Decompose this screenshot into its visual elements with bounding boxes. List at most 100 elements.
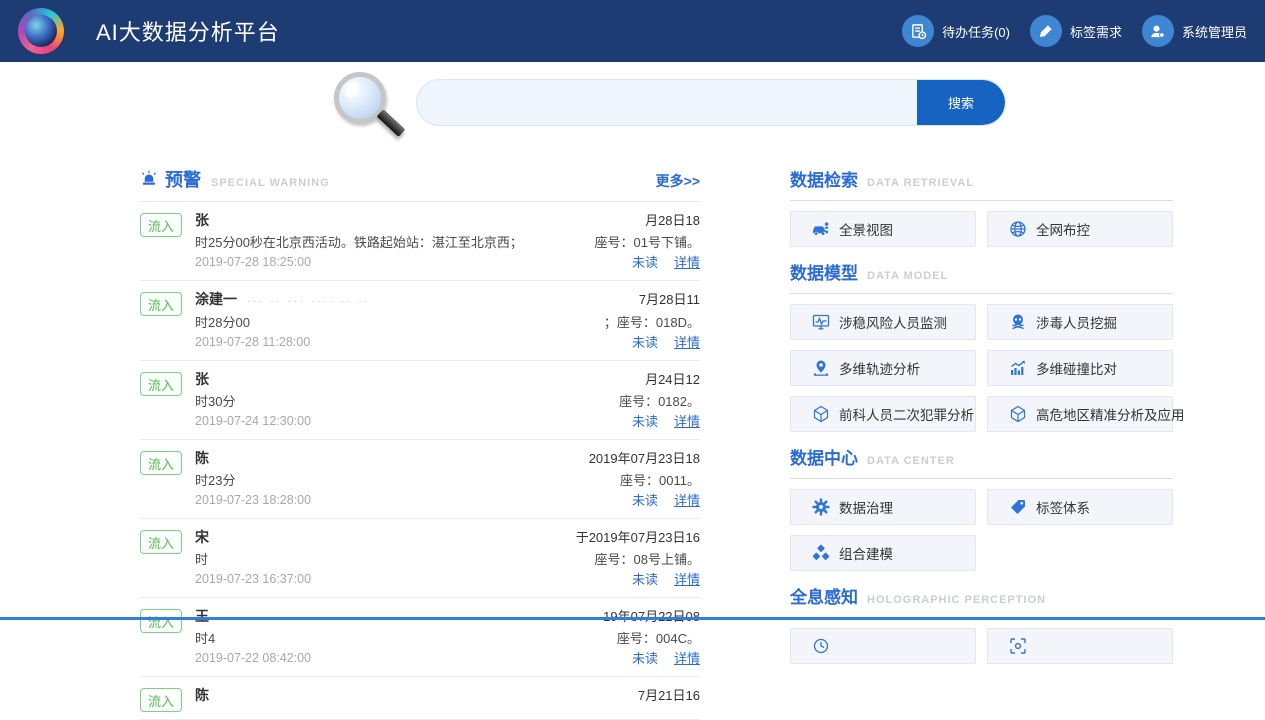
frame-icon	[1009, 637, 1027, 655]
search-button[interactable]: 搜索	[917, 80, 1005, 125]
section-subtitle: DATA RETRIEVAL	[867, 177, 974, 189]
warning-subtitle: SPECIAL WARNING	[211, 177, 330, 189]
button-data-governance[interactable]: 数据治理	[790, 489, 976, 525]
section-title: 数据中心	[790, 444, 858, 469]
button-label: 全景视图	[839, 219, 893, 239]
button-stability-risk-monitor[interactable]: 涉稳风险人员监测	[790, 304, 976, 340]
button-panorama-view[interactable]: 全景视图	[790, 211, 976, 247]
button-multi-track-analysis[interactable]: 多维轨迹分析	[790, 350, 976, 386]
warning-list-item[interactable]: 流入 宋于2019年07月23日16 时座号：08号上铺。 2019-07-23…	[140, 519, 700, 598]
warning-list-item[interactable]: 流入 张月24日12 时30分座号：0182。 2019-07-24 12:30…	[140, 361, 700, 440]
person-name: 陈	[195, 448, 209, 468]
date-info: 7月21日16	[638, 686, 700, 706]
warning-header: 预警 SPECIAL WARNING 更多>>	[140, 166, 700, 202]
person-name: 陈	[195, 685, 209, 705]
detail-link[interactable]: 详情	[674, 493, 700, 508]
warning-panel: 预警 SPECIAL WARNING 更多>> 流入 张月28日18 时25分0…	[140, 166, 700, 720]
seat-info: 座号：0182。	[619, 392, 700, 411]
warning-list-item[interactable]: 流入 王19年07月22日08 时4座号：004C。 2019-07-22 08…	[140, 598, 700, 677]
section-title: 全息感知	[790, 583, 858, 608]
button-label: 多维碰撞比对	[1036, 358, 1117, 378]
button-tag-system[interactable]: 标签体系	[987, 489, 1173, 525]
warning-desc: 时4	[195, 629, 215, 648]
search-bar: 搜索	[416, 79, 1006, 126]
search-input[interactable]	[417, 80, 917, 125]
section-subtitle: DATA MODEL	[867, 270, 948, 282]
warning-desc: 时30分	[195, 392, 235, 411]
warning-list-item[interactable]: 流入 陈 2019年07月23日18 时23分 座号：0011。 2019-07-2…	[140, 440, 700, 519]
date-info: 2019年07月23日18	[589, 449, 700, 469]
seat-info: 座号：01号下铺。	[595, 233, 700, 252]
more-link[interactable]: 更多>>	[656, 171, 700, 191]
button-label: 涉稳风险人员监测	[839, 312, 947, 332]
unread-link[interactable]: 未读	[632, 493, 658, 508]
cube-icon	[1009, 405, 1027, 423]
location-pin-icon	[812, 359, 830, 377]
section-data-center: 数据中心 DATA CENTER 数据治理 标签体系	[790, 444, 1173, 571]
skull-icon	[1009, 313, 1027, 331]
button-label: 高危地区精准分析及应用	[1036, 404, 1185, 424]
timestamp: 2019-07-22 08:42:00	[195, 649, 311, 669]
button-network-control[interactable]: 全网布控	[987, 211, 1173, 247]
detail-link[interactable]: 详情	[674, 335, 700, 350]
unread-link[interactable]: 未读	[632, 651, 658, 666]
nav-item-todo-tasks[interactable]: 待办任务(0)	[902, 15, 1010, 47]
section-subtitle: DATA CENTER	[867, 455, 955, 467]
flow-in-badge: 流入	[140, 609, 182, 633]
section-title: 数据模型	[790, 259, 858, 284]
warning-desc: 时23分	[195, 471, 235, 490]
timestamp: 2019-07-23 18:28:00	[195, 491, 311, 511]
unread-link[interactable]: 未读	[632, 572, 658, 587]
date-info: 月28日18	[645, 211, 700, 231]
warning-desc: 时25分00秒在北京西活动。铁路起始站：湛江至北京西；	[195, 233, 523, 252]
globe-network-icon	[1009, 220, 1027, 238]
unread-link[interactable]: 未读	[632, 335, 658, 350]
date-info: 于2019年07月23日16	[576, 528, 700, 548]
button-label: 标签体系	[1036, 497, 1090, 517]
timestamp: 2019-07-23 16:37:00	[195, 570, 311, 590]
redacted-text: ··· ·· ··· ···· ·· ··	[247, 291, 629, 311]
flow-in-badge: 流入	[140, 451, 182, 475]
clock-icon	[812, 637, 830, 655]
function-panel: 数据检索 DATA RETRIEVAL 全景视图 全网布控	[790, 166, 1173, 676]
nav-item-label: 标签需求	[1070, 22, 1122, 41]
gear-icon	[812, 498, 830, 516]
tag-request-icon	[1030, 15, 1062, 47]
button-multi-collision-compare[interactable]: 多维碰撞比对	[987, 350, 1173, 386]
button-recidivism-analysis[interactable]: 前科人员二次犯罪分析	[790, 396, 976, 432]
unread-link[interactable]: 未读	[632, 414, 658, 429]
warning-list-item[interactable]: 流入 涂建一··· ·· ··· ···· ·· ··7月28日11 时28分0…	[140, 281, 700, 361]
magnifier-graphic	[334, 72, 408, 152]
detail-link[interactable]: 详情	[674, 651, 700, 666]
partial-button[interactable]	[790, 628, 976, 664]
nav-item-label: 待办任务(0)	[942, 22, 1010, 41]
button-drug-person-mining[interactable]: 涉毒人员挖掘	[987, 304, 1173, 340]
person-name: 王	[195, 606, 209, 626]
bar-chart-icon	[1009, 359, 1027, 377]
app-title: AI大数据分析平台	[96, 15, 280, 47]
person-name: 张	[195, 369, 209, 389]
seat-info: 座号：0011。	[620, 471, 700, 490]
warning-list-item[interactable]: 流入 陈 7月21日16	[140, 677, 700, 720]
button-label: 数据治理	[839, 497, 893, 517]
button-combined-modeling[interactable]: 组合建模	[790, 535, 976, 571]
header-nav: 待办任务(0) 标签需求 系统管理员	[902, 15, 1247, 47]
detail-link[interactable]: 详情	[674, 255, 700, 270]
button-label: 前科人员二次犯罪分析	[839, 404, 974, 424]
warning-list-item[interactable]: 流入 张月28日18 时25分00秒在北京西活动。铁路起始站：湛江至北京西；座号…	[140, 202, 700, 281]
monitor-wave-icon	[812, 313, 830, 331]
nav-item-admin-user[interactable]: 系统管理员	[1142, 15, 1247, 47]
partial-button[interactable]	[987, 628, 1173, 664]
section-data-retrieval: 数据检索 DATA RETRIEVAL 全景视图 全网布控	[790, 166, 1173, 247]
unread-link[interactable]: 未读	[632, 255, 658, 270]
button-high-risk-area-analysis[interactable]: 高危地区精准分析及应用	[987, 396, 1173, 432]
timestamp: 2019-07-28 18:25:00	[195, 253, 311, 273]
detail-link[interactable]: 详情	[674, 414, 700, 429]
admin-user-icon	[1142, 15, 1174, 47]
siren-icon	[140, 170, 158, 188]
car-person-icon	[812, 220, 830, 238]
nav-item-tag-request[interactable]: 标签需求	[1030, 15, 1122, 47]
flow-in-badge: 流入	[140, 688, 182, 712]
nav-item-label: 系统管理员	[1182, 22, 1247, 41]
detail-link[interactable]: 详情	[674, 572, 700, 587]
